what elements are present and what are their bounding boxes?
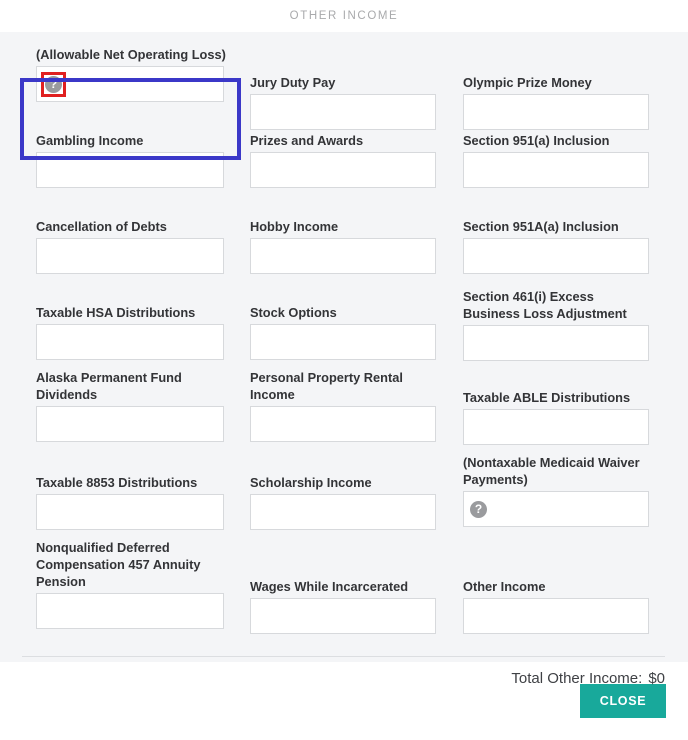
field-input-wrapper[interactable]: [36, 324, 224, 360]
form-field: Taxable ABLE Distributions: [463, 389, 649, 445]
field-input-wrapper[interactable]: [36, 152, 224, 188]
field-label: Taxable HSA Distributions: [36, 304, 224, 321]
field-input-wrapper[interactable]: ?: [463, 491, 649, 527]
amount-input[interactable]: [470, 153, 642, 187]
form-field: Taxable 8853 Distributions: [36, 474, 224, 530]
form-field: Wages While Incarcerated: [250, 578, 436, 634]
form-field: Olympic Prize Money: [463, 74, 649, 130]
annotation-box: ?: [41, 72, 66, 97]
form-field: (Allowable Net Operating Loss)?: [36, 46, 226, 102]
form-field: Scholarship Income: [250, 474, 436, 530]
field-input-wrapper[interactable]: [463, 238, 649, 274]
total-other-income: Total Other Income: $0: [511, 670, 665, 687]
field-label: Alaska Permanent Fund Dividends: [36, 369, 236, 403]
amount-input[interactable]: [43, 594, 217, 628]
field-input-wrapper[interactable]: [250, 324, 436, 360]
amount-input[interactable]: [43, 407, 217, 441]
field-input-wrapper[interactable]: [250, 406, 436, 442]
field-input-wrapper[interactable]: [36, 238, 224, 274]
form-field: Personal Property Rental Income: [250, 369, 449, 442]
field-input-wrapper[interactable]: [250, 94, 436, 130]
amount-input[interactable]: [257, 95, 429, 129]
field-input-wrapper[interactable]: [250, 238, 436, 274]
field-input-wrapper[interactable]: [36, 406, 224, 442]
form-field: Taxable HSA Distributions: [36, 304, 224, 360]
field-label: Section 951(a) Inclusion: [463, 132, 649, 149]
field-input-wrapper[interactable]: [36, 494, 224, 530]
amount-input[interactable]: [43, 239, 217, 273]
field-input-wrapper[interactable]: [463, 152, 649, 188]
field-label: Olympic Prize Money: [463, 74, 649, 91]
amount-input[interactable]: [70, 67, 217, 101]
field-input-wrapper[interactable]: [463, 94, 649, 130]
amount-input[interactable]: [257, 325, 429, 359]
form-field: (Nontaxable Medicaid Waiver Payments)?: [463, 454, 651, 527]
total-divider: [22, 656, 665, 657]
field-input-wrapper[interactable]: [463, 325, 649, 361]
form-field: Gambling Income: [36, 132, 224, 188]
amount-input[interactable]: [257, 153, 429, 187]
field-label: (Nontaxable Medicaid Waiver Payments): [463, 454, 651, 488]
amount-input[interactable]: [470, 410, 642, 444]
total-label: Total Other Income:: [511, 670, 642, 687]
amount-input[interactable]: [257, 495, 429, 529]
field-label: Cancellation of Debts: [36, 218, 224, 235]
field-label: Taxable 8853 Distributions: [36, 474, 224, 491]
amount-input[interactable]: [470, 326, 642, 360]
amount-input[interactable]: [470, 239, 642, 273]
field-label: Hobby Income: [250, 218, 436, 235]
amount-input[interactable]: [257, 599, 429, 633]
amount-input[interactable]: [43, 153, 217, 187]
form-field: Jury Duty Pay: [250, 74, 436, 130]
amount-input[interactable]: [257, 407, 429, 441]
amount-input[interactable]: [491, 492, 642, 526]
field-label: Scholarship Income: [250, 474, 436, 491]
field-label: Jury Duty Pay: [250, 74, 436, 91]
field-label: Prizes and Awards: [250, 132, 436, 149]
field-input-wrapper[interactable]: ?: [36, 66, 224, 102]
amount-input[interactable]: [43, 495, 217, 529]
modal-body: (Allowable Net Operating Loss)? Gambling …: [0, 32, 688, 662]
field-label: Gambling Income: [36, 132, 224, 149]
page-title: OTHER INCOME: [290, 10, 399, 22]
amount-input[interactable]: [470, 95, 642, 129]
modal-header: OTHER INCOME: [0, 0, 688, 32]
amount-input[interactable]: [470, 599, 642, 633]
form-field: Section 461(i) Excess Business Loss Adju…: [463, 288, 651, 361]
form-field: Hobby Income: [250, 218, 436, 274]
help-circle-icon[interactable]: ?: [45, 76, 62, 93]
field-label: Wages While Incarcerated: [250, 578, 436, 595]
form-field: Prizes and Awards: [250, 132, 436, 188]
amount-input[interactable]: [257, 239, 429, 273]
close-button[interactable]: CLOSE: [580, 684, 666, 718]
field-input-wrapper[interactable]: [250, 598, 436, 634]
help-circle-icon[interactable]: ?: [470, 501, 487, 518]
form-field: Other Income: [463, 578, 649, 634]
total-amount: $0: [648, 670, 665, 687]
field-input-wrapper[interactable]: [250, 494, 436, 530]
field-input-wrapper[interactable]: [463, 409, 649, 445]
field-label: Section 951A(a) Inclusion: [463, 218, 649, 235]
field-input-wrapper[interactable]: [463, 598, 649, 634]
form-field: Nonqualified Deferred Compensation 457 A…: [36, 539, 236, 629]
field-input-wrapper[interactable]: [36, 593, 224, 629]
field-label: Personal Property Rental Income: [250, 369, 449, 403]
field-label: Taxable ABLE Distributions: [463, 389, 649, 406]
form-field: Section 951(a) Inclusion: [463, 132, 649, 188]
other-income-modal: OTHER INCOME (Allowable Net Operating Lo…: [0, 0, 688, 740]
form-field: Cancellation of Debts: [36, 218, 224, 274]
form-field: Alaska Permanent Fund Dividends: [36, 369, 236, 442]
field-label: (Allowable Net Operating Loss): [36, 46, 226, 63]
form-field: Section 951A(a) Inclusion: [463, 218, 649, 274]
form-field: Stock Options: [250, 304, 436, 360]
amount-input[interactable]: [43, 325, 217, 359]
field-label: Nonqualified Deferred Compensation 457 A…: [36, 539, 236, 590]
field-label: Section 461(i) Excess Business Loss Adju…: [463, 288, 651, 322]
field-label: Stock Options: [250, 304, 436, 321]
field-label: Other Income: [463, 578, 649, 595]
field-input-wrapper[interactable]: [250, 152, 436, 188]
